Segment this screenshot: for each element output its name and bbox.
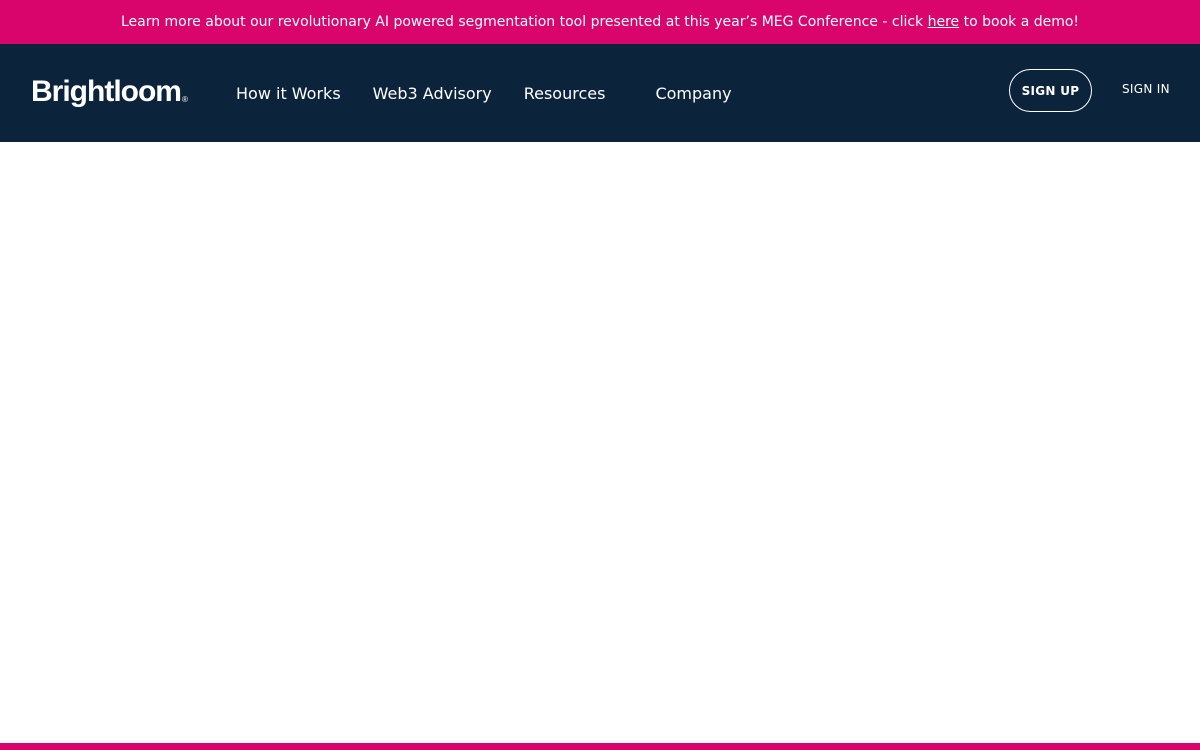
nav-web3-advisory[interactable]: Web3 Advisory bbox=[373, 84, 492, 103]
sign-in-link[interactable]: SIGN IN bbox=[1122, 82, 1170, 96]
bottom-accent-bar bbox=[0, 743, 1200, 750]
nav-how-it-works[interactable]: How it Works bbox=[236, 84, 341, 103]
announcement-text-before: Learn more about our revolutionary AI po… bbox=[120, 14, 928, 30]
brightloom-logo[interactable]: Brightloom ® bbox=[31, 74, 188, 110]
announcement-bar: Learn more about our revolutionary AI po… bbox=[0, 0, 1200, 44]
sign-up-button[interactable]: SIGN UP bbox=[1009, 69, 1092, 112]
main-nav: How it Works Web3 Advisory Resources Com… bbox=[236, 44, 732, 142]
site-header: Brightloom ® How it Works Web3 Advisory R… bbox=[0, 44, 1200, 142]
book-demo-link[interactable]: here bbox=[928, 14, 960, 30]
nav-resources[interactable]: Resources bbox=[524, 84, 606, 103]
registered-mark: ® bbox=[181, 94, 188, 104]
announcement-text-after: to book a demo! bbox=[959, 14, 1080, 30]
main-content-area bbox=[0, 142, 1200, 743]
nav-company[interactable]: Company bbox=[655, 84, 731, 103]
logo-text: Brightloom bbox=[31, 75, 182, 108]
